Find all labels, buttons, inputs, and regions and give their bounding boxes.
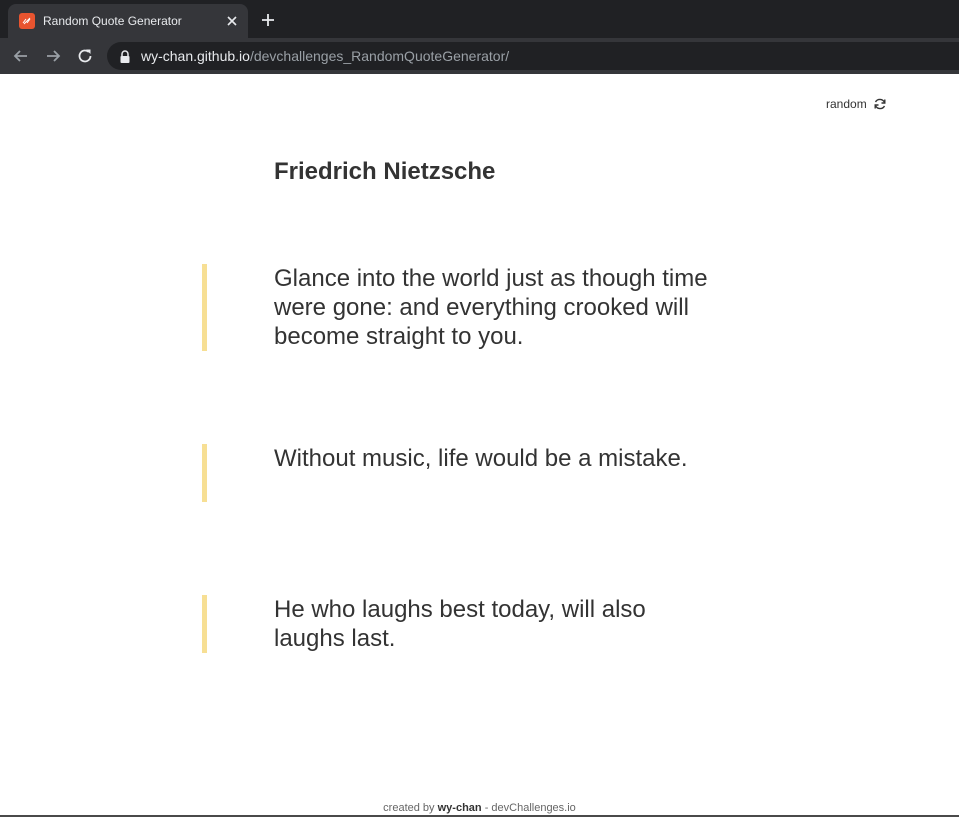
url-path: /devchallenges_RandomQuoteGenerator/ <box>249 48 510 64</box>
author-heading: Friedrich Nietzsche <box>274 158 496 185</box>
new-tab-icon[interactable] <box>259 11 277 29</box>
refresh-icon <box>873 97 887 111</box>
forward-arrow-icon[interactable] <box>43 46 63 66</box>
browser-tabstrip: Random Quote Generator <box>0 0 959 38</box>
tab-title: Random Quote Generator <box>43 14 182 28</box>
back-arrow-icon[interactable] <box>11 46 31 66</box>
footer: created by wy-chan - devChallenges.io <box>0 801 959 815</box>
browser-toolbar: wy-chan.github.io/devchallenges_RandomQu… <box>0 38 959 74</box>
url-host: wy-chan.github.io <box>141 48 250 64</box>
quote-text: He who laughs best today, will also laug… <box>274 596 646 652</box>
quote-text: Without music, life would be a mistake. <box>274 445 688 472</box>
random-button[interactable]: random <box>826 95 887 113</box>
url-text: wy-chan.github.io/devchallenges_RandomQu… <box>141 48 509 64</box>
lock-icon <box>119 49 131 63</box>
favicon-icon <box>19 13 35 29</box>
quote-block: Glance into the world just as though tim… <box>202 264 722 351</box>
footer-suffix: - devChallenges.io <box>484 802 576 814</box>
close-icon[interactable] <box>224 13 240 29</box>
random-label: random <box>826 97 867 111</box>
browser-tab[interactable]: Random Quote Generator <box>8 4 248 38</box>
page-content: random Friedrich Nietzsche Glance into t… <box>0 74 959 817</box>
footer-author-link[interactable]: wy-chan <box>438 802 482 814</box>
quote-accent-bar <box>202 595 207 653</box>
address-bar[interactable]: wy-chan.github.io/devchallenges_RandomQu… <box>107 42 959 70</box>
quote-text: Glance into the world just as though tim… <box>274 265 708 350</box>
quote-accent-bar <box>202 444 207 502</box>
quote-block: Without music, life would be a mistake. <box>202 444 722 502</box>
reload-icon[interactable] <box>75 46 95 66</box>
quote-block: He who laughs best today, will also laug… <box>202 595 722 653</box>
footer-prefix: created by <box>383 802 435 814</box>
quote-accent-bar <box>202 264 207 351</box>
